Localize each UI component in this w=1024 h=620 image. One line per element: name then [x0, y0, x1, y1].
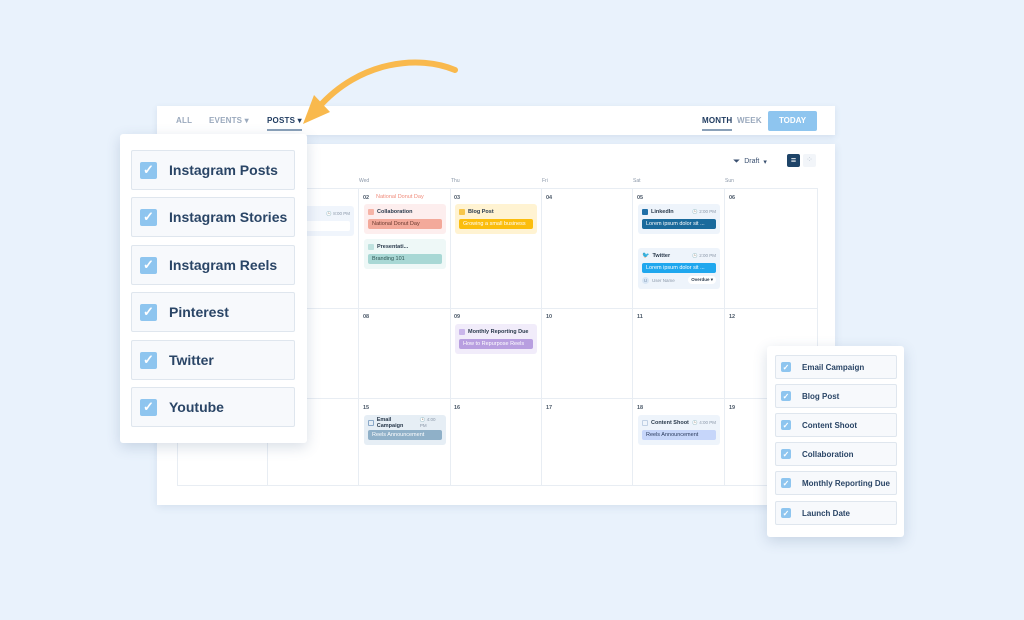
arrow-icon: [303, 59, 458, 124]
